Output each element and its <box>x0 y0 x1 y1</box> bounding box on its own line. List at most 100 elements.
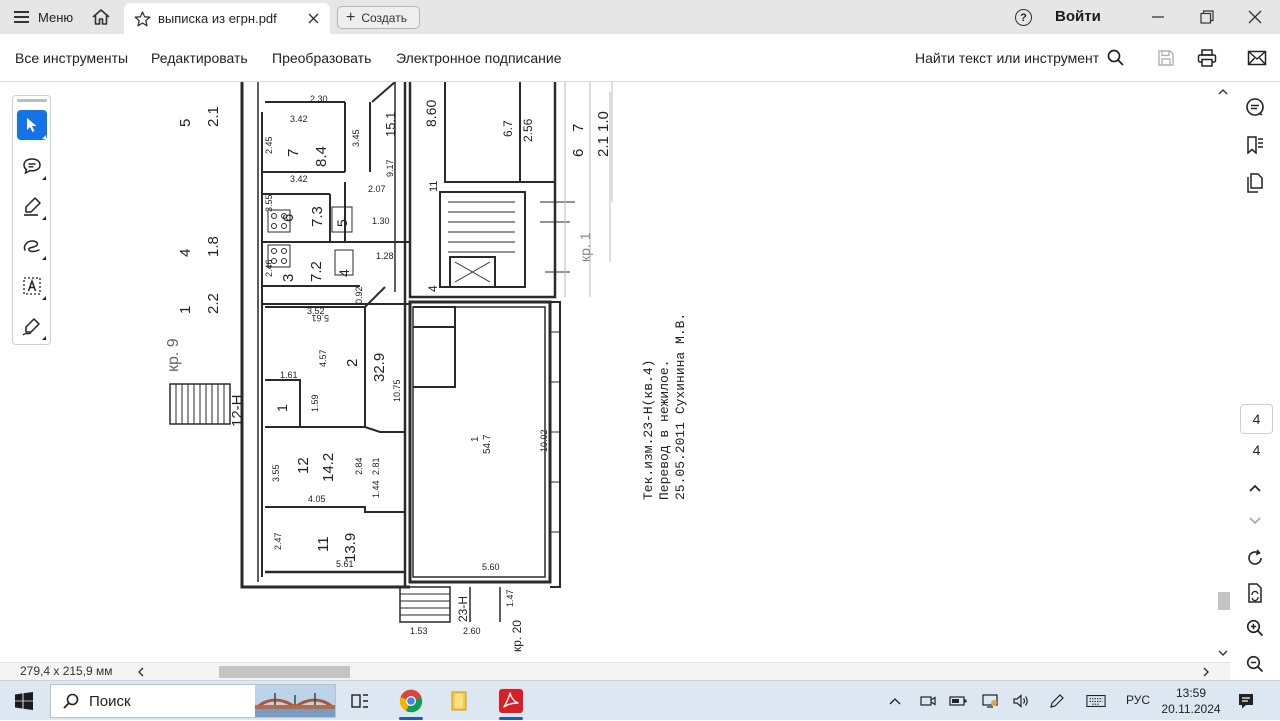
acrobat-icon <box>499 689 523 713</box>
menu-all-tools[interactable]: Все инструменты <box>15 50 128 66</box>
plan-room-big-n: 1 <box>470 436 481 442</box>
taskbar-acrobat[interactable] <box>487 681 535 721</box>
previous-page-button[interactable] <box>1243 476 1267 500</box>
tray-pen[interactable] <box>1047 691 1067 711</box>
sign-tool[interactable] <box>17 311 47 341</box>
document-tab[interactable]: выписка из егрн.pdf <box>124 3 330 34</box>
scroll-down-icon[interactable] <box>1217 649 1229 657</box>
plan-label-23n: 23-Н <box>456 596 470 622</box>
minimize-icon <box>1152 16 1164 18</box>
meet-icon <box>920 696 936 706</box>
plan-top-num-2: 2.2 <box>205 293 222 314</box>
zoom-in-button[interactable] <box>1243 616 1267 640</box>
tray-keyboard[interactable] <box>1086 691 1106 711</box>
vertical-scroll-thumb[interactable] <box>1218 592 1230 610</box>
task-view-icon <box>351 694 368 708</box>
tray-meet-now[interactable] <box>918 691 938 711</box>
restore-button[interactable] <box>1183 0 1231 34</box>
create-button[interactable]: + Создать <box>337 6 420 29</box>
menu-edit[interactable]: Редактировать <box>151 50 248 66</box>
scroll-right-icon[interactable] <box>1202 667 1210 677</box>
horizontal-scroll-thumb[interactable] <box>219 666 350 678</box>
plan-note-line1: Тек.изм.23-Н(кв.4) <box>641 360 656 500</box>
input-language[interactable]: РУС <box>1126 693 1150 707</box>
help-icon[interactable]: ? <box>1015 9 1032 26</box>
plan-dim-16: 2.45 <box>264 136 274 154</box>
print-button[interactable] <box>1196 47 1218 69</box>
floor-plan-scan: 1 2.2 4 1.8 5 2.1 6 2.1 7 1.0 15.1 11 4 … <box>165 82 688 652</box>
document-viewport[interactable]: 1 2.2 4 1.8 5 2.1 6 2.1 7 1.0 15.1 11 4 … <box>0 82 1216 662</box>
login-button[interactable]: Войти <box>1055 8 1101 25</box>
plan-dim-17: 2.30 <box>310 94 328 104</box>
comment-tool[interactable] <box>17 151 47 181</box>
pages-panel-button[interactable] <box>1243 171 1267 195</box>
plan-top-num-1: 1 <box>177 306 194 314</box>
plan-dim-1: 3.52 <box>307 306 325 316</box>
close-window-button[interactable] <box>1231 0 1279 34</box>
plan-room-7-a: 8.4 <box>313 146 330 167</box>
next-page-button[interactable] <box>1243 509 1267 533</box>
plan-room-2-a: 32.9 <box>371 353 388 382</box>
taskbar-clock[interactable]: 13:59 20.11.2024 <box>1161 685 1221 717</box>
notification-center[interactable] <box>1236 691 1256 711</box>
text-select-tool[interactable] <box>17 271 47 301</box>
menu-button[interactable]: Меню <box>0 0 83 34</box>
current-page-input[interactable]: 4 <box>1240 404 1273 434</box>
windows-logo-icon <box>15 692 33 710</box>
network-icon <box>982 694 998 708</box>
menu-convert[interactable]: Преобразовать <box>272 50 371 66</box>
star-icon[interactable] <box>134 10 152 27</box>
draw-tool[interactable] <box>17 231 47 261</box>
plan-room-11-a: 13.9 <box>342 533 359 562</box>
plan-dim-12: 5.61 <box>336 559 354 569</box>
keyboard-icon <box>1086 695 1106 707</box>
page-action-button[interactable] <box>1243 581 1267 605</box>
scroll-left-icon[interactable] <box>137 667 145 677</box>
vertical-scrollbar[interactable] <box>1216 82 1230 662</box>
tray-battery[interactable] <box>948 691 968 711</box>
search-placeholder: Поиск <box>89 692 131 710</box>
zoom-out-button[interactable] <box>1243 652 1267 676</box>
comments-panel-button[interactable] <box>1243 95 1267 119</box>
panel-grip[interactable] <box>17 99 47 102</box>
notification-icon <box>1239 694 1253 709</box>
refresh-button[interactable] <box>1243 546 1267 570</box>
close-tab-icon[interactable] <box>306 12 320 26</box>
page-size-readout: 279,4 x 215,9 мм <box>20 664 113 678</box>
taskbar-file-explorer[interactable] <box>435 681 483 721</box>
minimize-button[interactable] <box>1134 0 1182 34</box>
show-hidden-icons[interactable] <box>885 691 905 711</box>
bookmarks-panel-button[interactable] <box>1243 133 1267 157</box>
plan-top-num-4: 1.8 <box>205 236 222 257</box>
restore-icon <box>1200 10 1214 24</box>
email-button[interactable] <box>1246 47 1268 69</box>
highlight-tool[interactable] <box>17 191 47 221</box>
bridge-highlight-icon <box>255 685 335 717</box>
menu-e-sign[interactable]: Электронное подписание <box>396 50 562 66</box>
plan-dim-5: 10.75 <box>392 379 402 402</box>
plan-dim-8: 2.84 <box>354 457 364 475</box>
plan-dim-31: 6.7 <box>501 120 515 137</box>
tray-network[interactable] <box>980 691 1000 711</box>
plan-dim-29: 1.53 <box>410 626 428 636</box>
search-icon <box>63 693 79 709</box>
chrome-icon <box>399 689 423 713</box>
find-text-or-tool[interactable]: Найти текст или инструмент <box>915 49 1124 66</box>
scroll-up-icon[interactable] <box>1217 88 1229 96</box>
start-button[interactable] <box>0 681 48 721</box>
plan-room-5-n: 5 <box>334 219 350 227</box>
main-toolbar: Все инструменты Редактировать Преобразов… <box>0 34 1280 82</box>
hamburger-icon <box>14 11 30 23</box>
zoom-in-icon <box>1246 619 1264 637</box>
home-button[interactable] <box>83 0 119 34</box>
taskbar-chrome[interactable] <box>387 681 435 721</box>
bookmark-list-icon <box>1247 136 1263 155</box>
tray-volume[interactable] <box>1011 691 1031 711</box>
save-button[interactable] <box>1155 47 1177 69</box>
plan-top-num-7: 6 <box>570 149 587 157</box>
plan-label-kr1: кр. 1 <box>577 232 593 262</box>
taskbar-search[interactable]: Поиск <box>50 684 336 718</box>
task-view-button[interactable] <box>336 681 384 721</box>
select-tool[interactable] <box>17 110 47 140</box>
save-icon <box>1158 50 1174 66</box>
